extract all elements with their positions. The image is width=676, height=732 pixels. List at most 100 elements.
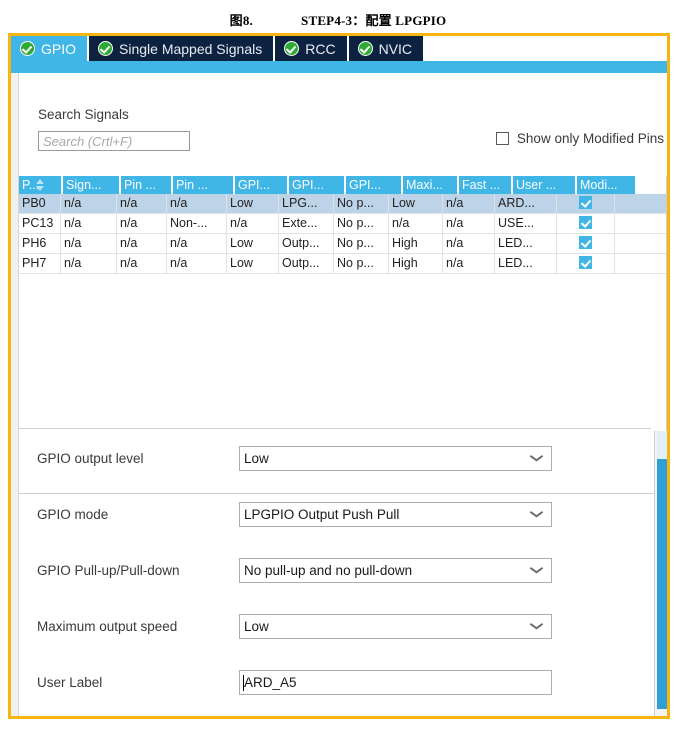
form-label: Maximum output speed (37, 618, 178, 634)
search-input[interactable] (38, 131, 190, 151)
form-text-input[interactable]: ARD_A5 (239, 669, 552, 695)
figure-caption: 图8. STEP4-3：配置 LPGPIO (0, 10, 676, 29)
table-row[interactable]: PH6 n/a n/a n/a Low Outp... No p... High n/a LED.… (19, 234, 666, 254)
table-row[interactable]: PH7 n/a n/a n/a Low Outp... No p... High n/a LED.… (19, 254, 666, 274)
table-cell[interactable]: Low (227, 234, 279, 253)
tab-nvic[interactable]: NVIC (348, 36, 426, 61)
modified-cell[interactable] (557, 214, 615, 233)
tab-single-mapped-signals[interactable]: Single Mapped Signals (89, 36, 276, 61)
column-header-label: GPI... (349, 178, 381, 192)
table-cell[interactable]: n/a (443, 234, 495, 253)
column-header-label: Modi... (580, 178, 618, 192)
form-value: LPGPIO Output Push Pull (244, 506, 400, 522)
form-row-1: GPIO mode LPGPIO Output Push Pull (19, 501, 651, 527)
tab-accent-strip (11, 61, 667, 73)
tab-rcc-label: RCC (305, 40, 336, 57)
column-header-1[interactable]: Sign... (63, 176, 119, 194)
modified-checkbox-checked-icon[interactable] (579, 196, 592, 210)
table-row[interactable]: PC13 n/a n/a Non-... n/a Exte... No p... n/a n/a… (19, 214, 666, 234)
chevron-down-icon[interactable] (531, 567, 542, 574)
form-scrollbar-track[interactable] (657, 431, 667, 459)
tab-gpio[interactable]: GPIO (11, 36, 90, 61)
table-cell[interactable]: No p... (334, 194, 389, 213)
column-header-7[interactable]: Maxi... (403, 176, 457, 194)
table-cell[interactable]: n/a (61, 214, 117, 233)
table-cell[interactable]: LED... (495, 254, 557, 273)
table-cell[interactable]: n/a (61, 234, 117, 253)
chevron-down-icon[interactable] (531, 623, 542, 630)
modified-checkbox-checked-icon[interactable] (579, 236, 592, 250)
show-only-modified-pins-row[interactable]: Show only Modified Pins (495, 131, 664, 146)
table-cell[interactable]: PH6 (19, 234, 61, 253)
form-select[interactable]: No pull-up and no pull-down (239, 557, 552, 583)
column-header-label: User ... (516, 178, 557, 192)
table-cell[interactable]: Non-... (167, 214, 227, 233)
form-scrollbar[interactable] (654, 431, 667, 716)
table-cell[interactable]: n/a (61, 194, 117, 213)
table-cell[interactable]: PC13 (19, 214, 61, 233)
table-cell[interactable]: Outp... (279, 234, 334, 253)
table-cell[interactable]: n/a (117, 254, 167, 273)
table-cell[interactable]: USE... (495, 214, 557, 233)
table-cell[interactable]: ARD... (495, 194, 557, 213)
table-cell[interactable]: n/a (443, 194, 495, 213)
table-cell[interactable]: Outp... (279, 254, 334, 273)
chevron-down-icon[interactable] (531, 511, 542, 518)
screenshot-root: 图8. STEP4-3：配置 LPGPIO GPIO Single Mapped … (0, 0, 676, 732)
table-cell[interactable]: n/a (117, 194, 167, 213)
column-header-4[interactable]: GPI... (235, 176, 287, 194)
form-value: No pull-up and no pull-down (244, 562, 413, 578)
table-cell[interactable]: n/a (117, 214, 167, 233)
table-cell[interactable]: n/a (61, 254, 117, 273)
column-header-8[interactable]: Fast ... (459, 176, 511, 194)
form-value: Low (244, 618, 269, 634)
form-label: GPIO output level (37, 450, 144, 466)
modified-cell[interactable] (557, 194, 615, 213)
table-cell[interactable]: LPG... (279, 194, 334, 213)
sort-arrows-icon[interactable] (36, 179, 45, 191)
modified-checkbox-checked-icon[interactable] (579, 256, 592, 270)
table-cell[interactable]: No p... (334, 234, 389, 253)
table-cell[interactable]: Low (227, 194, 279, 213)
table-cell[interactable]: High (389, 234, 443, 253)
table-cell[interactable]: n/a (389, 214, 443, 233)
table-cell[interactable]: n/a (167, 194, 227, 213)
modified-cell[interactable] (557, 254, 615, 273)
table-cell[interactable]: n/a (167, 254, 227, 273)
column-header-10[interactable]: Modi... (577, 176, 635, 194)
table-cell[interactable]: n/a (443, 254, 495, 273)
form-select[interactable]: Low (239, 613, 552, 639)
column-header-5[interactable]: GPI... (289, 176, 344, 194)
tab-bar: GPIO Single Mapped Signals RCC NVIC (11, 36, 667, 61)
column-header-0[interactable]: P... (19, 176, 61, 194)
table-cell[interactable]: Exte... (279, 214, 334, 233)
table-cell[interactable]: LED... (495, 234, 557, 253)
column-header-6[interactable]: GPI... (346, 176, 401, 194)
table-cell[interactable]: No p... (334, 254, 389, 273)
column-header-3[interactable]: Pin ... (173, 176, 233, 194)
form-label: User Label (37, 674, 103, 690)
table-row[interactable]: PB0 n/a n/a n/a Low LPG... No p... Low n/a ARD... (19, 194, 666, 214)
column-header-2[interactable]: Pin ... (121, 176, 171, 194)
table-cell[interactable]: Low (227, 254, 279, 273)
form-select[interactable]: LPGPIO Output Push Pull (239, 501, 552, 527)
tab-bar-filler (425, 36, 667, 61)
column-header-9[interactable]: User ... (513, 176, 575, 194)
table-cell[interactable]: PH7 (19, 254, 61, 273)
modified-cell[interactable] (557, 234, 615, 253)
table-cell[interactable]: Low (389, 194, 443, 213)
table-cell[interactable]: n/a (167, 234, 227, 253)
table-cell[interactable]: n/a (443, 214, 495, 233)
form-scrollbar-thumb[interactable] (657, 459, 667, 709)
chevron-down-icon[interactable] (531, 455, 542, 462)
form-row-3: Maximum output speed Low (19, 613, 651, 639)
table-cell[interactable]: n/a (227, 214, 279, 233)
modified-checkbox-checked-icon[interactable] (579, 216, 592, 230)
show-only-modified-pins-checkbox[interactable] (495, 132, 509, 145)
table-cell[interactable]: High (389, 254, 443, 273)
table-cell[interactable]: PB0 (19, 194, 61, 213)
tab-rcc[interactable]: RCC (275, 36, 349, 61)
table-cell[interactable]: n/a (117, 234, 167, 253)
form-select[interactable]: Low (239, 445, 552, 471)
table-cell[interactable]: No p... (334, 214, 389, 233)
